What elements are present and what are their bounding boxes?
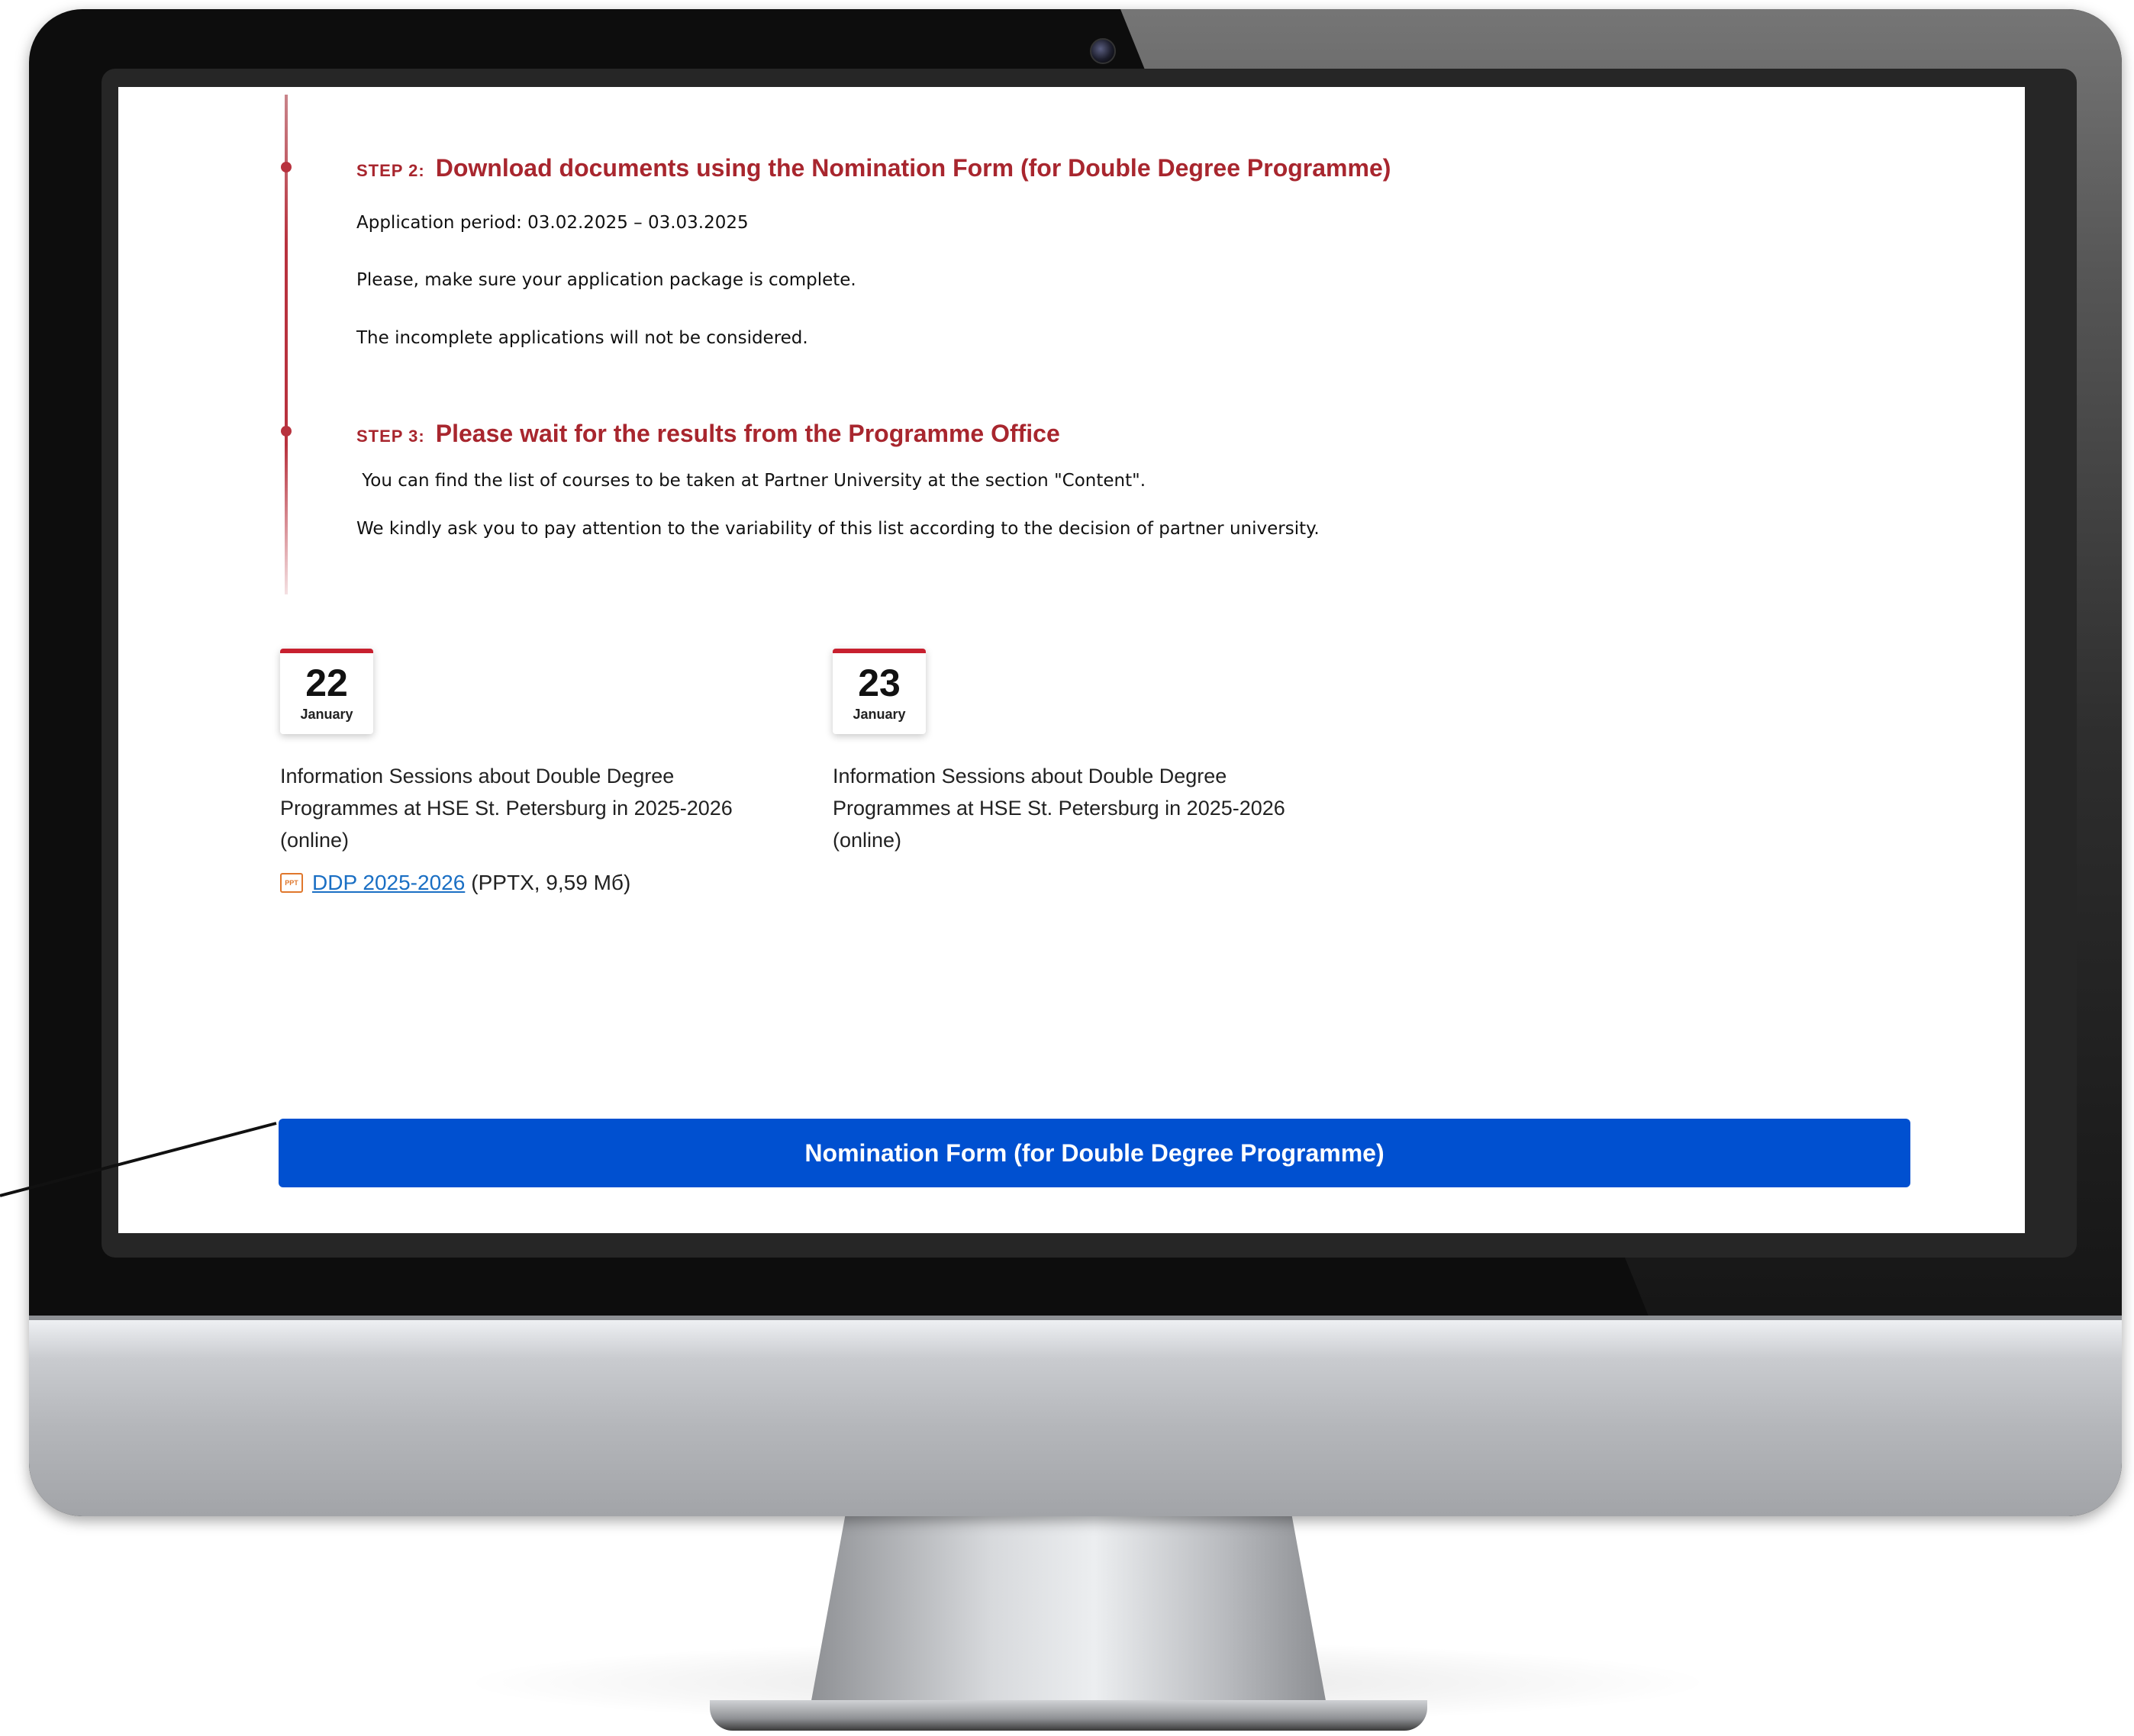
complete-package-note: Please, make sure your application packa… [356, 270, 856, 290]
application-period-text: Application period: 03.02.2025 – 03.03.2… [356, 213, 749, 233]
timeline-dot-step-3 [281, 426, 292, 436]
timeline-dot-step-2 [281, 162, 292, 172]
event-day: 23 [858, 662, 901, 704]
event-title-link[interactable]: Information Sessions about Double Degree… [833, 760, 1291, 856]
event-month: January [300, 707, 353, 722]
event-day: 22 [305, 662, 348, 704]
screen: STEP 2: Download documents using the Nom… [118, 87, 2025, 1233]
camera-icon [1090, 38, 1116, 64]
courses-list-note: You can find the list of courses to be t… [356, 471, 1146, 491]
step-2-title: Download documents using the Nomination … [435, 154, 1391, 182]
ppt-file-icon: PPT [280, 873, 303, 893]
incomplete-applications-note: The incomplete applications will not be … [356, 328, 808, 348]
event-month: January [853, 707, 906, 722]
monitor-chin [29, 1320, 2122, 1516]
nomination-form-button[interactable]: Nomination Form (for Double Degree Progr… [279, 1119, 1910, 1187]
step-2-label: STEP 2: [356, 161, 425, 180]
step-3-heading: STEP 3: Please wait for the results from… [356, 420, 1060, 448]
file-meta: (PPTX, 9,59 Мб) [471, 871, 631, 894]
event-attachment: PPT DDP 2025-2026 (PPTX, 9,59 Мб) [280, 871, 630, 895]
event-date-badge: 23 January [833, 649, 926, 734]
step-3-label: STEP 3: [356, 427, 425, 446]
variability-note: We kindly ask you to pay attention to th… [356, 519, 1320, 539]
event-title-link[interactable]: Information Sessions about Double Degree… [280, 760, 738, 856]
monitor-stand-foot [710, 1700, 1427, 1731]
ddp-file-link[interactable]: DDP 2025-2026 [312, 871, 465, 895]
step-3-title: Please wait for the results from the Pro… [435, 420, 1060, 447]
monitor-stand [809, 1515, 1328, 1713]
event-date-badge: 22 January [280, 649, 373, 734]
step-2-heading: STEP 2: Download documents using the Nom… [356, 154, 1391, 182]
